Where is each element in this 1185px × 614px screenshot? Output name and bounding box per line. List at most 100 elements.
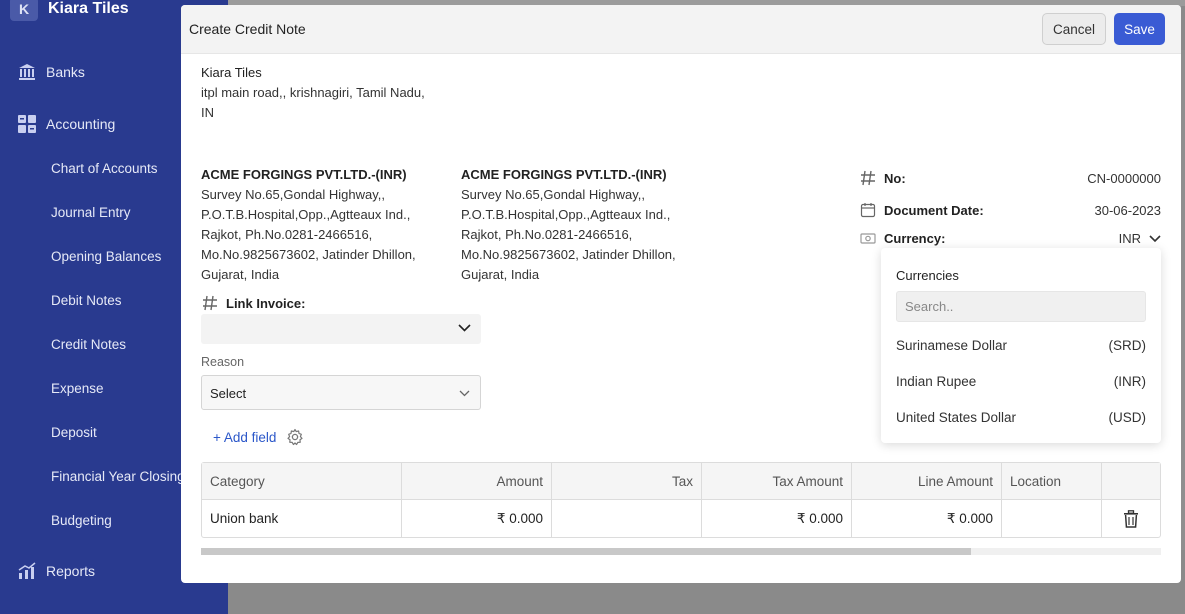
cell-tax-amount: ₹ 0.000 [702,500,852,537]
document-date-value[interactable]: 30-06-2023 [1095,203,1162,218]
link-invoice-text: Link Invoice: [226,295,306,311]
column-header-tax-amount: Tax Amount [702,463,852,500]
document-number-label: No: [859,170,906,186]
address-line: Gujarat, India [201,267,280,282]
address-line: Rajkot, Ph.No.0281-2466516, [201,227,373,242]
reason-label: Reason [201,355,245,369]
currency-option-name: United States Dollar [896,410,1017,425]
company-info: Kiara Tiles itpl main road,, krishnagiri… [201,63,425,123]
sidebar-item-reports[interactable]: Reports [16,560,95,582]
gear-icon[interactable] [286,428,304,446]
currency-search-input[interactable] [896,291,1146,322]
document-number-value: CN-0000000 [1087,171,1161,186]
chevron-down-icon [1149,234,1161,243]
company-address-line: itpl main road,, krishnagiri, Tamil Nadu… [201,85,425,100]
horizontal-scrollbar[interactable] [201,548,1161,555]
sidebar-item-financial-year-closing[interactable]: Financial Year Closing [51,469,185,484]
chart-icon [16,560,38,582]
currency-label-text: Currency: [884,230,946,246]
brand[interactable]: K Kiara Tiles [10,0,129,22]
currency-option-srd[interactable]: Surinamese Dollar (SRD) [896,338,1146,353]
currency-option-code: (SRD) [1108,338,1147,353]
sidebar-item-debit-notes[interactable]: Debit Notes [51,293,122,308]
sidebar-item-opening-balances[interactable]: Opening Balances [51,249,161,264]
ship-to-address: ACME FORGINGS PVT.LTD.-(INR) Survey No.6… [461,165,676,285]
delete-row-button[interactable] [1102,500,1160,537]
no-label-text: No: [884,170,906,186]
calendar-icon [859,202,877,218]
brand-logo: K [10,0,38,21]
currency-dropdown-title: Currencies [896,268,959,283]
currency-option-name: Surinamese Dollar [896,338,1008,353]
modal-title: Create Credit Note [189,21,306,37]
currency-option-code: (USD) [1108,410,1147,425]
currency-option-name: Indian Rupee [896,374,977,389]
address-line: Survey No.65,Gondal Highway,, [201,187,386,202]
brand-name: Kiara Tiles [48,0,129,17]
sidebar-item-accounting[interactable]: Accounting [16,113,115,135]
address-line: P.O.T.B.Hospital,Opp.,Agtteaux Ind., [461,207,671,222]
column-header-tax: Tax [552,463,702,500]
sidebar-item-journal-entry[interactable]: Journal Entry [51,205,131,220]
address-line: Mo.No.9825673602, Jatinder Dhillon, [461,247,676,262]
scrollbar-thumb[interactable] [201,548,971,555]
company-name: Kiara Tiles [201,65,262,80]
currency-select[interactable]: INR [1119,231,1161,246]
add-field-link[interactable]: + Add field [213,428,304,446]
cell-line-amount: ₹ 0.000 [852,500,1002,537]
link-invoice-select[interactable] [201,314,481,344]
address-line: Survey No.65,Gondal Highway,, [461,187,646,202]
currency-label: Currency: [859,230,945,246]
currency-dropdown: Currencies Surinamese Dollar (SRD) India… [881,248,1161,443]
cell-location[interactable] [1002,500,1102,537]
sidebar-item-chart-of-accounts[interactable]: Chart of Accounts [51,161,158,176]
money-icon [859,230,877,246]
cancel-button[interactable]: Cancel [1042,13,1106,45]
currency-option-code: (INR) [1113,374,1146,389]
chevron-down-icon [459,390,470,397]
trash-icon [1123,509,1139,528]
modal-header: Create Credit Note Cancel Save [181,5,1181,54]
add-field-text: + Add field [213,429,277,445]
sidebar-item-credit-notes[interactable]: Credit Notes [51,337,126,352]
bank-icon [16,61,38,83]
sidebar-item-deposit[interactable]: Deposit [51,425,97,440]
column-header-location: Location [1002,463,1102,500]
hash-icon [859,170,877,186]
sidebar-item-label: Banks [46,64,85,80]
line-items-table: Category Amount Tax Tax Amount Line Amou… [201,462,1161,538]
column-header-amount: Amount [402,463,552,500]
bill-to-name: ACME FORGINGS PVT.LTD.-(INR) [201,167,407,182]
create-credit-note-modal: Create Credit Note Cancel Save Kiara Til… [181,5,1181,583]
reason-select[interactable]: Select [201,375,481,410]
address-line: Gujarat, India [461,267,540,282]
hash-icon [201,295,219,311]
address-line: Mo.No.9825673602, Jatinder Dhillon, [201,247,416,262]
bill-to-address: ACME FORGINGS PVT.LTD.-(INR) Survey No.6… [201,165,416,285]
address-line: Rajkot, Ph.No.0281-2466516, [461,227,633,242]
date-label-text: Document Date: [884,202,984,218]
cell-amount[interactable]: ₹ 0.000 [402,500,552,537]
accounting-icon [16,113,38,135]
cell-tax[interactable] [552,500,702,537]
company-address-line: IN [201,105,214,120]
sidebar-item-budgeting[interactable]: Budgeting [51,513,112,528]
sidebar-item-expense[interactable]: Expense [51,381,104,396]
sidebar-item-label: Reports [46,563,96,579]
column-header-line-amount: Line Amount [852,463,1002,500]
currency-option-inr[interactable]: Indian Rupee (INR) [896,374,1146,389]
currency-value: INR [1118,231,1141,246]
ship-to-name: ACME FORGINGS PVT.LTD.-(INR) [461,167,667,182]
column-header-actions [1102,463,1160,500]
document-date-label: Document Date: [859,202,984,218]
sidebar-item-label: Accounting [46,116,116,132]
cell-category[interactable]: Union bank [202,500,402,537]
sidebar-item-banks[interactable]: Banks [16,61,85,83]
save-button[interactable]: Save [1114,13,1165,45]
link-invoice-label: Link Invoice: [201,295,305,311]
currency-option-usd[interactable]: United States Dollar (USD) [896,410,1146,425]
reason-value: Select [210,386,247,401]
chevron-down-icon [458,324,471,332]
column-header-category: Category [202,463,402,500]
address-line: P.O.T.B.Hospital,Opp.,Agtteaux Ind., [201,207,411,222]
